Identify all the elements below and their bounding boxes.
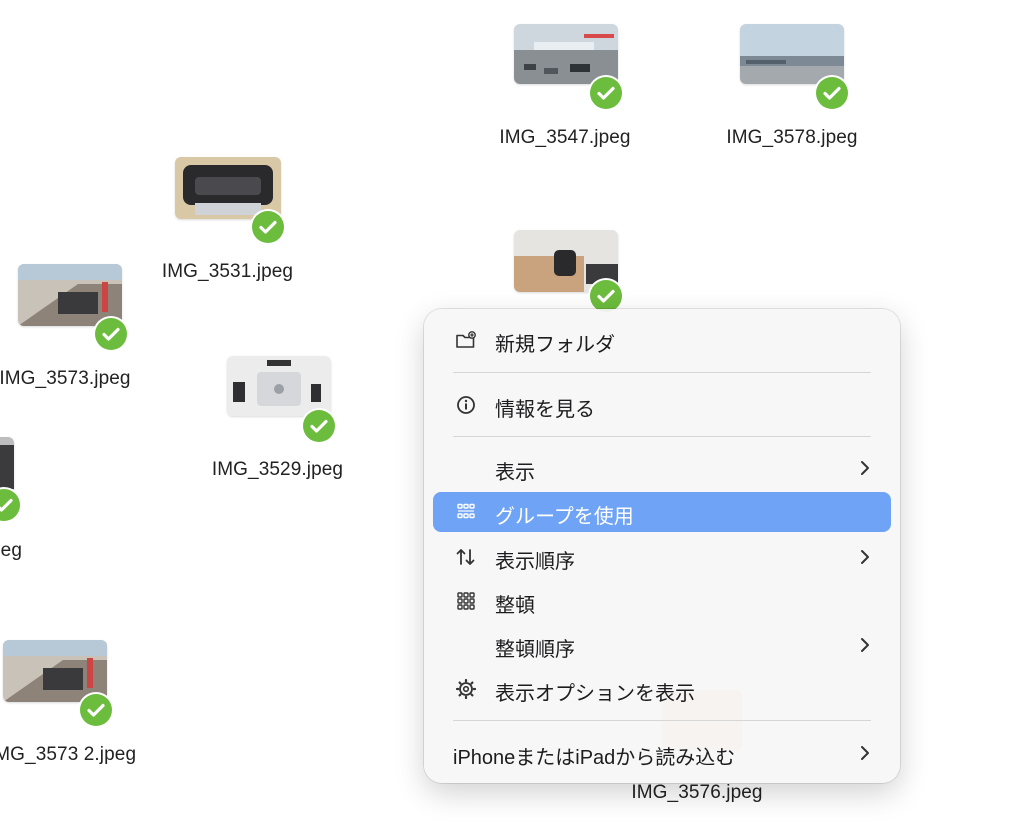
file-name: IMG_3547.jpeg xyxy=(499,127,631,148)
menu-item-view[interactable]: 表示 xyxy=(433,448,891,488)
menu-item-label: 表示 xyxy=(495,462,535,484)
chevron-right-icon xyxy=(859,635,871,655)
file-item[interactable] xyxy=(480,226,650,316)
chevron-right-icon xyxy=(859,547,871,567)
menu-item-use-groups[interactable]: グループを使用 xyxy=(433,492,891,532)
file-item[interactable]: IMG_3547.jpeg xyxy=(480,22,660,152)
chevron-right-icon xyxy=(859,743,871,763)
menu-separator xyxy=(453,436,871,437)
menu-item-label: 新規フォルダ xyxy=(495,334,615,356)
menu-item-clean-up-by[interactable]: 整頓順序 xyxy=(433,625,891,665)
file-name: IMG_3573 2.jpeg xyxy=(0,744,137,765)
menu-item-label: 表示オプションを表示 xyxy=(495,683,695,705)
checkmark-icon xyxy=(250,209,286,245)
menu-item-label: 整頓 xyxy=(495,595,535,617)
file-item[interactable]: IMG_3529.jpeg xyxy=(195,352,365,482)
file-item[interactable]: IMG_3578.jpeg xyxy=(702,22,882,152)
menu-item-clean-up[interactable]: 整頓 xyxy=(433,581,891,621)
file-name: IMG_3578.jpeg xyxy=(726,127,858,148)
file-name: peg xyxy=(0,540,23,561)
gear-icon xyxy=(455,679,477,699)
menu-separator xyxy=(453,372,871,373)
checkmark-icon xyxy=(78,692,114,728)
file-name: IMG_3529.jpeg xyxy=(211,459,344,480)
grid-icon xyxy=(455,591,477,611)
file-name: IMG_3576.jpeg xyxy=(631,782,763,803)
chevron-right-icon xyxy=(859,458,871,478)
checkmark-icon xyxy=(814,75,850,111)
file-item[interactable]: IMG_3531.jpeg xyxy=(145,155,315,285)
checkmark-icon xyxy=(588,75,624,111)
menu-item-label: 整頓順序 xyxy=(495,639,575,661)
file-item[interactable]: IMG_3573 2.jpeg xyxy=(0,638,155,768)
context-menu: 新規フォルダ 情報を見る 表示 グループを使用 表示順序 整頓 整頓順序 表示オ… xyxy=(424,309,900,783)
info-icon xyxy=(455,395,477,415)
file-name: IMG_3531.jpeg xyxy=(161,261,294,282)
menu-item-label: 情報を見る xyxy=(495,399,595,421)
menu-item-label: 表示順序 xyxy=(495,551,575,573)
new-folder-icon xyxy=(455,330,477,350)
menu-item-show-view-options[interactable]: 表示オプションを表示 xyxy=(433,669,891,709)
checkmark-icon xyxy=(0,487,22,523)
desktop[interactable]: IMG_3547.jpeg IMG_3578.jpeg IMG_3531.jpe… xyxy=(0,0,1024,839)
image-thumbnail xyxy=(227,356,331,416)
menu-item-import-from-iphone[interactable]: iPhoneまたはiPadから読み込む xyxy=(433,733,891,773)
menu-separator xyxy=(453,720,871,721)
menu-item-sort-by[interactable]: 表示順序 xyxy=(433,537,891,577)
menu-item-label: グループを使用 xyxy=(495,506,634,528)
group-grid-icon xyxy=(455,502,477,522)
file-item[interactable]: IMG_3573.jpeg xyxy=(0,262,155,392)
menu-item-label: iPhoneまたはiPadから読み込む xyxy=(453,747,736,769)
menu-item-get-info[interactable]: 情報を見る xyxy=(433,385,891,425)
file-item[interactable]: peg xyxy=(0,435,50,565)
checkmark-icon xyxy=(93,316,129,352)
menu-item-new-folder[interactable]: 新規フォルダ xyxy=(433,320,891,360)
checkmark-icon xyxy=(301,408,337,444)
file-name: IMG_3573.jpeg xyxy=(0,368,131,389)
sort-arrows-icon xyxy=(455,547,477,567)
